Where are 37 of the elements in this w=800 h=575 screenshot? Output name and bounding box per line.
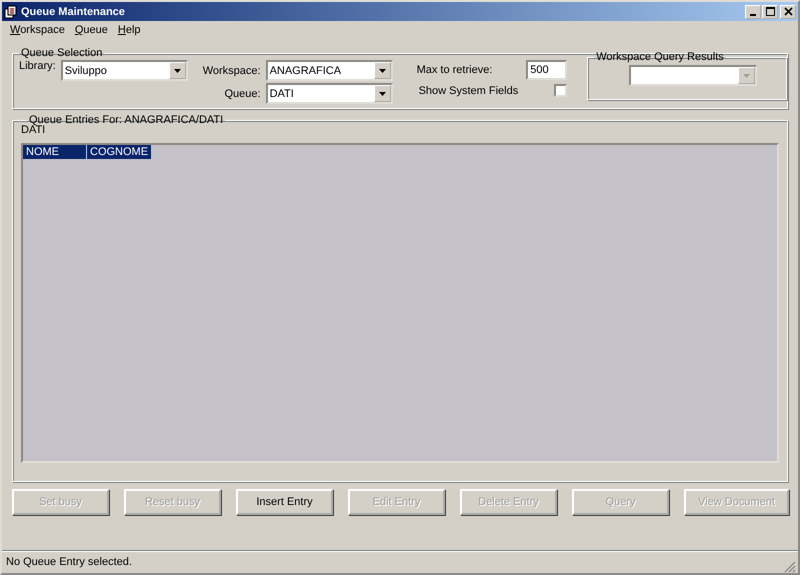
- menu-item[interactable]: Help: [114, 24, 147, 41]
- dropdown-arrow-button[interactable]: [168, 62, 186, 79]
- documents-icon: [4, 4, 18, 18]
- minimize-icon: [750, 14, 756, 16]
- resize-grip-icon[interactable]: [784, 561, 796, 573]
- checkbox[interactable]: [554, 84, 568, 97]
- group-title: Queue Selection: [20, 47, 104, 59]
- caret-icon: [743, 74, 750, 78]
- dropdown[interactable]: ANAGRAFICA: [266, 60, 393, 81]
- menu-item[interactable]: Queue: [70, 24, 114, 41]
- close-button[interactable]: [780, 4, 796, 18]
- checkbox-label: Show System Fields: [418, 84, 518, 96]
- dropdown[interactable]: Sviluppo: [60, 60, 188, 81]
- close-icon: [784, 7, 792, 16]
- dropdown-arrow-button[interactable]: [374, 62, 391, 79]
- status-text: No Queue Entry selected.: [6, 556, 133, 568]
- caret-icon: [378, 92, 386, 96]
- field-label: Max to retrieve:: [416, 64, 494, 76]
- maximize-icon: [766, 7, 774, 16]
- field-label: Queue:: [223, 88, 261, 100]
- field-label: Workspace:: [202, 64, 261, 76]
- minimize-button[interactable]: [745, 4, 761, 18]
- column-header[interactable]: NOME: [23, 145, 87, 159]
- group-title: Workspace Query Results: [595, 51, 725, 63]
- action-button[interactable]: Insert Entry: [236, 489, 333, 515]
- maximize-button[interactable]: [762, 4, 778, 18]
- dropdown[interactable]: DATI: [266, 83, 393, 104]
- dropdown-arrow-button[interactable]: [374, 85, 391, 102]
- list-caption: DATI: [21, 124, 46, 138]
- group-title: Queue Entries For: ANAGRAFICA/DATI: [29, 114, 224, 126]
- field-label: Library:: [19, 60, 56, 72]
- caret-icon: [378, 68, 386, 72]
- caret-icon: [174, 68, 181, 72]
- input-field[interactable]: 500: [526, 60, 568, 80]
- menu-item[interactable]: Workspace: [6, 24, 71, 41]
- window-title: Queue Maintenance: [21, 6, 126, 18]
- column-header[interactable]: COGNOME: [87, 145, 152, 159]
